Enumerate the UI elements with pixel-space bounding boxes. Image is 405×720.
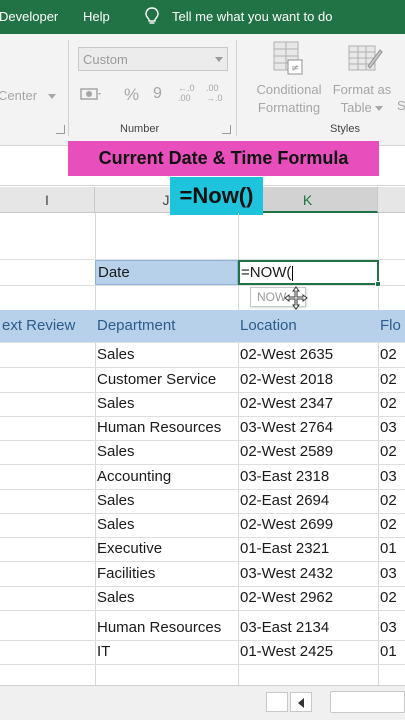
cell-department[interactable]: Sales: [95, 513, 238, 537]
cell-department[interactable]: Sales: [95, 440, 238, 464]
number-group-label: Number: [120, 123, 160, 135]
cell-location[interactable]: 02-East 2694: [238, 489, 378, 513]
cell-location[interactable]: 03-East 2318: [238, 465, 378, 489]
cell-floor[interactable]: 02: [378, 489, 405, 513]
group-separator: [68, 40, 69, 136]
cell-styles-button[interactable]: S: [397, 98, 405, 113]
currency-icon[interactable]: [80, 86, 102, 104]
cell-department[interactable]: Sales: [95, 586, 238, 610]
date-label-cell[interactable]: Date: [95, 260, 238, 285]
cell-department[interactable]: Human Resources: [95, 416, 238, 440]
cell-floor[interactable]: 02: [378, 586, 405, 610]
menu-help[interactable]: Help: [83, 9, 110, 24]
cell-department[interactable]: Sales: [95, 392, 238, 416]
cell-location[interactable]: 02-West 2018: [238, 368, 378, 392]
format-as-table-label-1: Format as: [332, 82, 392, 97]
cell-floor[interactable]: 03: [378, 465, 405, 489]
align-center-button[interactable]: Center: [0, 88, 37, 103]
cell-location[interactable]: 02-West 2699: [238, 513, 378, 537]
menu-developer[interactable]: Developer: [0, 9, 58, 24]
cell-floor[interactable]: 03: [378, 616, 405, 640]
number-format-dropdown[interactable]: Custom: [78, 47, 228, 71]
menu-bar: Developer Help Tell me what you want to …: [0, 0, 405, 34]
tell-me-search[interactable]: Tell me what you want to do: [172, 9, 332, 24]
scroll-left-icon[interactable]: [290, 692, 312, 712]
svg-text:≠: ≠: [291, 63, 299, 74]
cell-location[interactable]: 02-West 2347: [238, 392, 378, 416]
scroll-left-button[interactable]: [266, 692, 288, 712]
cell-location[interactable]: 03-West 2764: [238, 416, 378, 440]
header-department[interactable]: Department: [95, 310, 238, 342]
grid-row-line: [0, 664, 405, 665]
cell-location[interactable]: 02-West 2635: [238, 343, 378, 367]
cell-location[interactable]: 01-West 2425: [238, 640, 378, 664]
format-as-table-label-2: Table: [340, 100, 372, 115]
alignment-launcher-icon[interactable]: [56, 125, 65, 134]
cell-department[interactable]: Executive: [95, 537, 238, 561]
horizontal-scrollbar[interactable]: [330, 691, 405, 713]
cell-department[interactable]: IT: [95, 640, 238, 664]
decrease-decimal-button[interactable]: .00 →.0: [206, 83, 228, 103]
header-location[interactable]: Location: [238, 310, 378, 342]
conditional-formatting-icon[interactable]: ≠: [270, 40, 306, 78]
group-separator: [236, 40, 237, 136]
tutorial-title-banner: Current Date & Time Formula: [68, 141, 379, 176]
column-header-l[interactable]: [378, 187, 405, 213]
grid-row-line: [0, 285, 405, 286]
conditional-formatting-label-2: Formatting: [257, 100, 321, 115]
comma-style-button[interactable]: 9: [153, 85, 162, 103]
move-cursor-icon: [284, 286, 308, 310]
grid-row-line: [0, 610, 405, 611]
header-next-review[interactable]: ext Review: [0, 310, 95, 342]
number-format-value: Custom: [83, 52, 128, 67]
chevron-down-icon: [215, 57, 223, 62]
cell-department[interactable]: Accounting: [95, 465, 238, 489]
styles-group-label: Styles: [330, 123, 360, 135]
conditional-formatting-label-1: Conditional: [256, 82, 322, 97]
text-caret: [292, 265, 294, 281]
cell-floor[interactable]: 02: [378, 440, 405, 464]
number-launcher-icon[interactable]: [222, 125, 231, 134]
cell-location[interactable]: 02-West 2962: [238, 586, 378, 610]
cell-location[interactable]: 03-West 2432: [238, 562, 378, 586]
header-floor[interactable]: Flo: [378, 310, 405, 342]
column-header-i[interactable]: I: [0, 187, 95, 213]
increase-decimal-button[interactable]: ←.0 .00: [178, 83, 200, 103]
cell-department[interactable]: Sales: [95, 343, 238, 367]
chevron-down-icon: [375, 106, 384, 112]
formula-text: =NOW(: [241, 264, 292, 281]
format-as-table-icon[interactable]: [346, 40, 384, 78]
cell-floor[interactable]: 02: [378, 368, 405, 392]
lightbulb-icon: [145, 7, 159, 24]
cell-floor[interactable]: 02: [378, 343, 405, 367]
ribbon: Center Custom % 9 ←.0 .00 .00 →.0 Number…: [0, 34, 405, 146]
cell-floor[interactable]: 02: [378, 392, 405, 416]
cell-location[interactable]: 01-East 2321: [238, 537, 378, 561]
active-cell-editor[interactable]: =NOW(: [238, 260, 379, 285]
cell-department[interactable]: Sales: [95, 489, 238, 513]
fill-handle[interactable]: [375, 281, 381, 287]
tutorial-formula-banner: =Now(): [170, 177, 263, 215]
cell-floor[interactable]: 01: [378, 640, 405, 664]
cell-floor[interactable]: 02: [378, 513, 405, 537]
cell-department[interactable]: Human Resources: [95, 616, 238, 640]
cell-floor[interactable]: 03: [378, 562, 405, 586]
cell-floor[interactable]: 01: [378, 537, 405, 561]
cell-location[interactable]: 02-West 2589: [238, 440, 378, 464]
percent-style-button[interactable]: %: [124, 85, 139, 105]
chevron-down-icon[interactable]: [48, 94, 56, 99]
cell-location[interactable]: 03-East 2134: [238, 616, 378, 640]
status-bar: [0, 685, 405, 720]
format-as-table-button[interactable]: Format as Table: [330, 81, 394, 117]
cell-floor[interactable]: 03: [378, 416, 405, 440]
cell-department[interactable]: Facilities: [95, 562, 238, 586]
cell-department[interactable]: Customer Service: [95, 368, 238, 392]
conditional-formatting-button[interactable]: Conditional Formatting: [253, 81, 325, 117]
